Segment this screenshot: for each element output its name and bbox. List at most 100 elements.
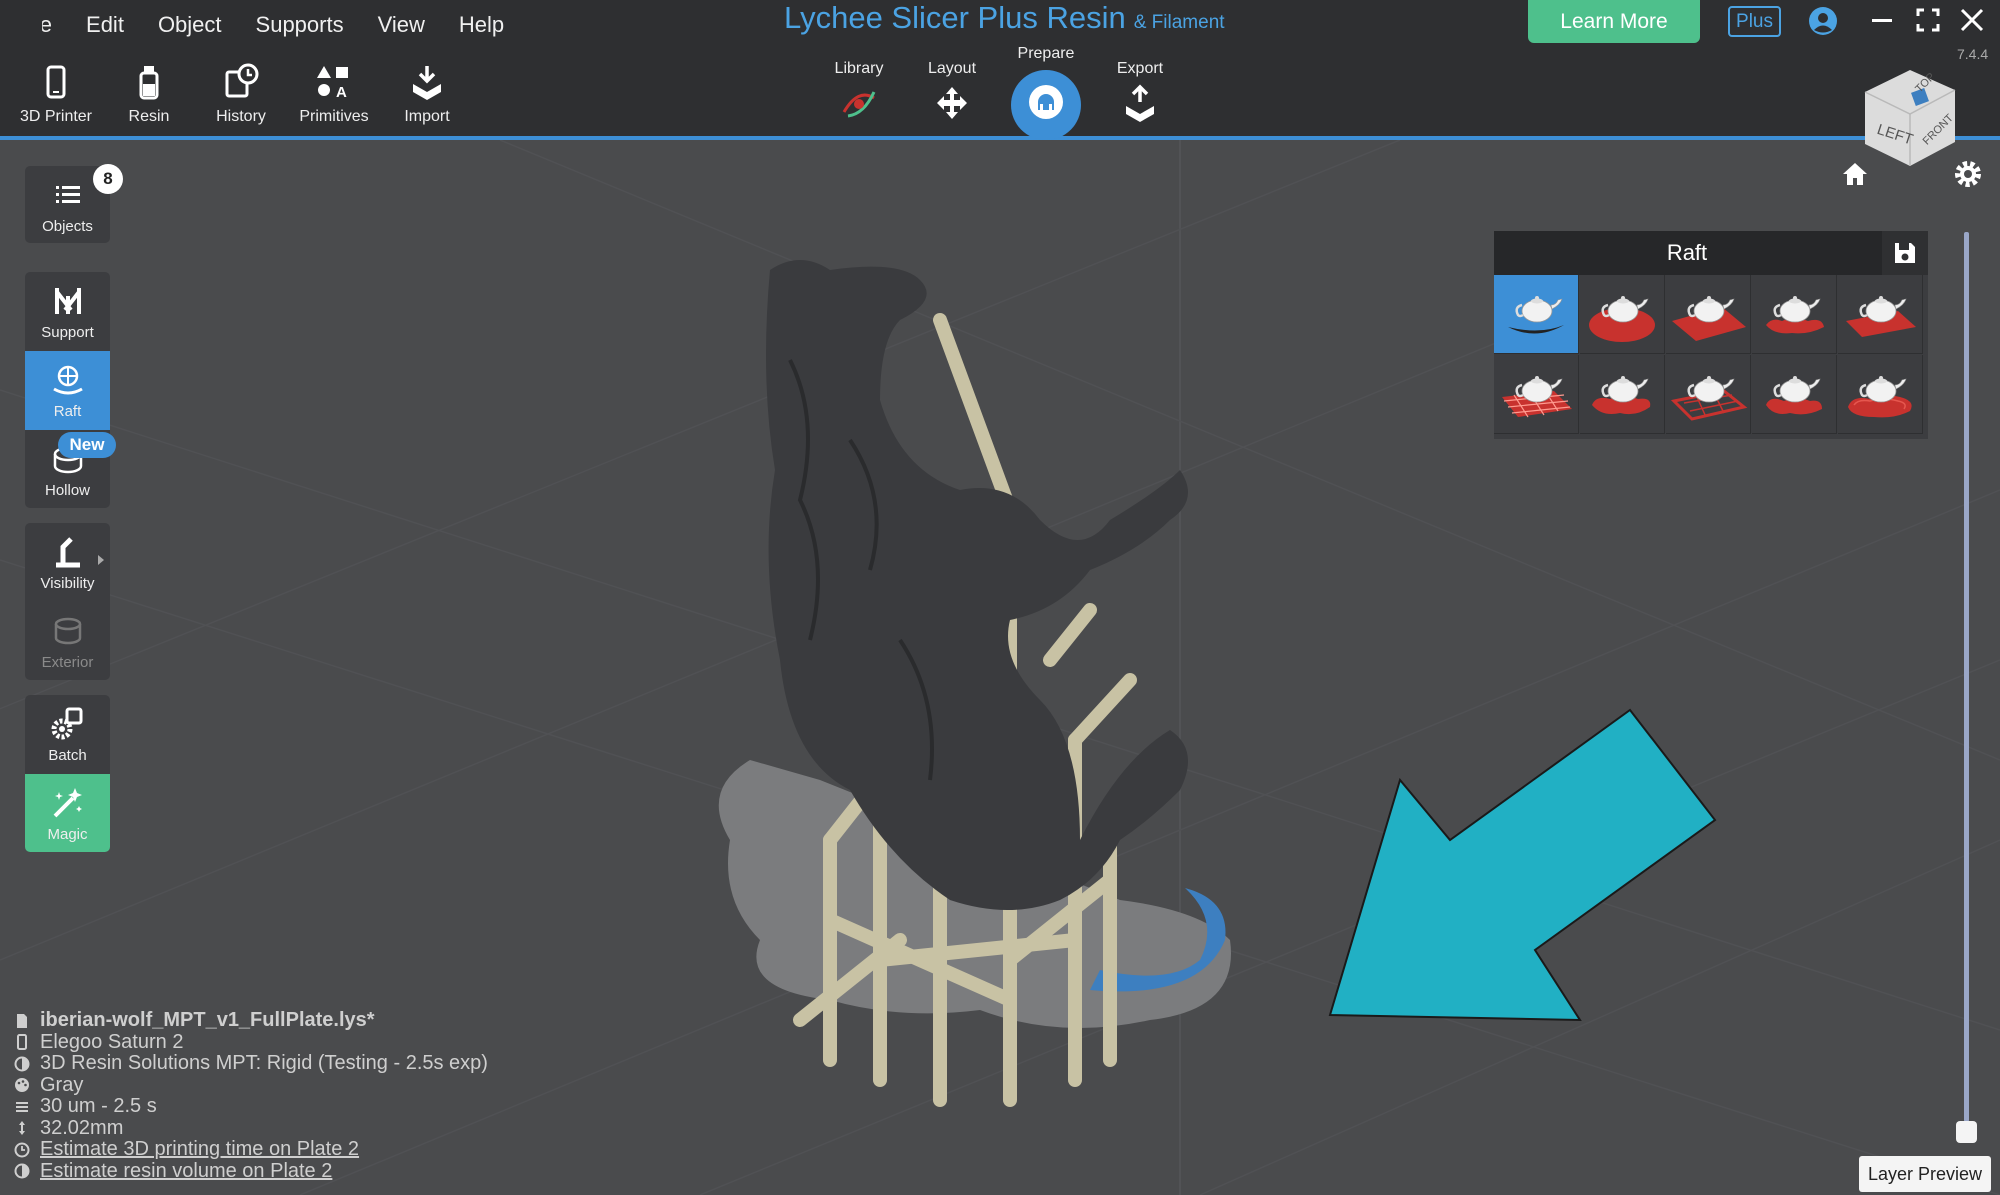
raft-panel: Raft bbox=[1494, 231, 1928, 439]
new-badge: New bbox=[58, 432, 116, 458]
info-layer: 30 um - 2.5 s bbox=[14, 1095, 488, 1118]
move-arrows-icon bbox=[937, 87, 967, 119]
objects-count-badge: 8 bbox=[93, 164, 123, 194]
learn-more-button[interactable]: Learn More bbox=[1528, 0, 1700, 43]
import-icon bbox=[413, 66, 441, 100]
raft-panel-header: Raft bbox=[1494, 231, 1928, 275]
stage-library[interactable]: Library bbox=[814, 60, 904, 122]
resin-bottle-icon bbox=[139, 66, 159, 100]
menu-edit[interactable]: Edit bbox=[86, 12, 124, 38]
sidebar-label: Batch bbox=[48, 747, 87, 764]
half-circle-icon bbox=[14, 1163, 30, 1179]
teapot-icon bbox=[1670, 376, 1748, 421]
toolbar-label: Resin bbox=[128, 108, 170, 125]
raft-option-raft-lattice[interactable] bbox=[1666, 355, 1751, 434]
raft-option-raft-none[interactable] bbox=[1494, 275, 1579, 354]
sidebar-support[interactable]: Support bbox=[25, 272, 110, 351]
layer-preview-tooltip: Layer Preview bbox=[1859, 1156, 1991, 1192]
layer-slider-thumb[interactable] bbox=[1956, 1121, 1977, 1143]
sidebar-label: Hollow bbox=[44, 482, 90, 499]
info-printer: Elegoo Saturn 2 bbox=[14, 1031, 488, 1054]
history-icon bbox=[225, 63, 259, 98]
half-circle-icon bbox=[14, 1056, 30, 1072]
sidebar-batch[interactable]: Batch bbox=[25, 695, 110, 774]
menu-bar: ile Edit Object Supports View Help bbox=[0, 10, 504, 40]
raft-option-raft-blob[interactable] bbox=[1580, 355, 1665, 434]
menu-file[interactable]: ile bbox=[42, 12, 52, 38]
info-resin-name: 3D Resin Solutions MPT: Rigid (Testing -… bbox=[40, 1052, 488, 1075]
menu-view[interactable]: View bbox=[378, 12, 425, 38]
teapot-icon bbox=[1592, 376, 1651, 415]
teapot-icon bbox=[1846, 296, 1916, 337]
sidebar-raft[interactable]: Raft bbox=[25, 351, 110, 430]
info-height: 32.02mm bbox=[14, 1117, 488, 1140]
toolbar-primitives[interactable]: A Primitives bbox=[288, 62, 380, 126]
sidebar-label: Raft bbox=[53, 403, 82, 420]
sidebar-label: Magic bbox=[47, 826, 88, 843]
info-color-name: Gray bbox=[40, 1073, 84, 1096]
maximize-icon[interactable] bbox=[1914, 6, 1942, 34]
annotation-arrow bbox=[1328, 708, 1717, 1022]
stage-label: Export bbox=[1116, 60, 1164, 77]
gear-icon[interactable] bbox=[1952, 158, 1984, 190]
clock-icon bbox=[14, 1142, 30, 1158]
raft-icon bbox=[52, 365, 83, 395]
home-icon[interactable] bbox=[1840, 160, 1870, 188]
sidebar-label: Exterior bbox=[41, 654, 94, 671]
raft-option-raft-flat[interactable] bbox=[1838, 275, 1923, 354]
user-account-icon[interactable] bbox=[1808, 6, 1838, 36]
raft-option-raft-outline[interactable] bbox=[1752, 275, 1837, 354]
toolbar-label: History bbox=[216, 108, 266, 125]
toolbar-history[interactable]: History bbox=[195, 62, 287, 126]
layer-slider-track[interactable] bbox=[1964, 232, 1969, 1122]
layers-icon bbox=[16, 1101, 28, 1112]
toolbar-3d-printer[interactable]: 3D Printer bbox=[10, 62, 102, 126]
height-icon bbox=[19, 1121, 25, 1136]
menu-supports[interactable]: Supports bbox=[256, 12, 344, 38]
menu-object[interactable]: Object bbox=[158, 12, 222, 38]
stage-layout[interactable]: Layout bbox=[907, 60, 997, 122]
estimate-resin-link[interactable]: Estimate resin volume on Plate 2 bbox=[40, 1160, 332, 1183]
info-resin: 3D Resin Solutions MPT: Rigid (Testing -… bbox=[14, 1052, 488, 1075]
list-icon bbox=[55, 186, 80, 203]
teapot-icon bbox=[1502, 376, 1572, 418]
info-file: iberian-wolf_MPT_v1_FullPlate.lys* bbox=[14, 1009, 488, 1032]
sidebar-label: Support bbox=[41, 324, 94, 341]
plus-badge[interactable]: Plus bbox=[1728, 6, 1781, 37]
svg-text:A: A bbox=[336, 84, 347, 101]
save-icon bbox=[1895, 243, 1915, 263]
app-title: Lychee Slicer Plus Resin & Filament bbox=[784, 0, 1225, 44]
sidebar-label: Visibility bbox=[40, 575, 95, 592]
toolbar-resin[interactable]: Resin bbox=[103, 62, 195, 126]
file-icon bbox=[17, 1013, 27, 1028]
teapot-icon bbox=[1848, 376, 1912, 418]
toolbar-label: Import bbox=[404, 108, 450, 125]
primitives-icon: A bbox=[317, 66, 348, 101]
raft-option-raft-grid[interactable] bbox=[1494, 355, 1579, 434]
info-color: Gray bbox=[14, 1073, 488, 1097]
toolbar-import[interactable]: Import bbox=[381, 62, 473, 126]
toolbar-label: 3D Printer bbox=[19, 108, 93, 125]
menu-help[interactable]: Help bbox=[459, 12, 504, 38]
info-layer-settings: 30 um - 2.5 s bbox=[40, 1095, 157, 1118]
raft-option-raft-square[interactable] bbox=[1666, 275, 1751, 354]
expand-arrow-icon[interactable] bbox=[96, 554, 106, 566]
scene-info: iberian-wolf_MPT_v1_FullPlate.lys* Elego… bbox=[14, 1009, 488, 1183]
raft-option-raft-round[interactable] bbox=[1580, 275, 1665, 354]
save-preset-button[interactable] bbox=[1882, 231, 1928, 275]
stage-label: Prepare bbox=[1017, 45, 1075, 62]
stage-export[interactable]: Export bbox=[1095, 60, 1185, 122]
exterior-icon bbox=[54, 617, 81, 645]
raft-option-raft-splash[interactable] bbox=[1752, 355, 1837, 434]
library-icon bbox=[842, 91, 876, 118]
info-file-name: iberian-wolf_MPT_v1_FullPlate.lys* bbox=[40, 1009, 375, 1032]
estimate-time-link[interactable]: Estimate 3D printing time on Plate 2 bbox=[40, 1138, 359, 1161]
visibility-icon bbox=[55, 537, 80, 568]
view-cube[interactable]: LEFT FRONT TOP bbox=[1855, 62, 1965, 172]
sidebar-magic[interactable]: Magic bbox=[25, 774, 110, 852]
raft-option-raft-contour[interactable] bbox=[1838, 355, 1923, 434]
info-time: Estimate 3D printing time on Plate 2 bbox=[14, 1138, 488, 1161]
minimize-icon[interactable] bbox=[1868, 6, 1896, 34]
stage-prepare[interactable]: Prepare bbox=[1001, 45, 1091, 121]
close-icon[interactable] bbox=[1958, 6, 1986, 34]
